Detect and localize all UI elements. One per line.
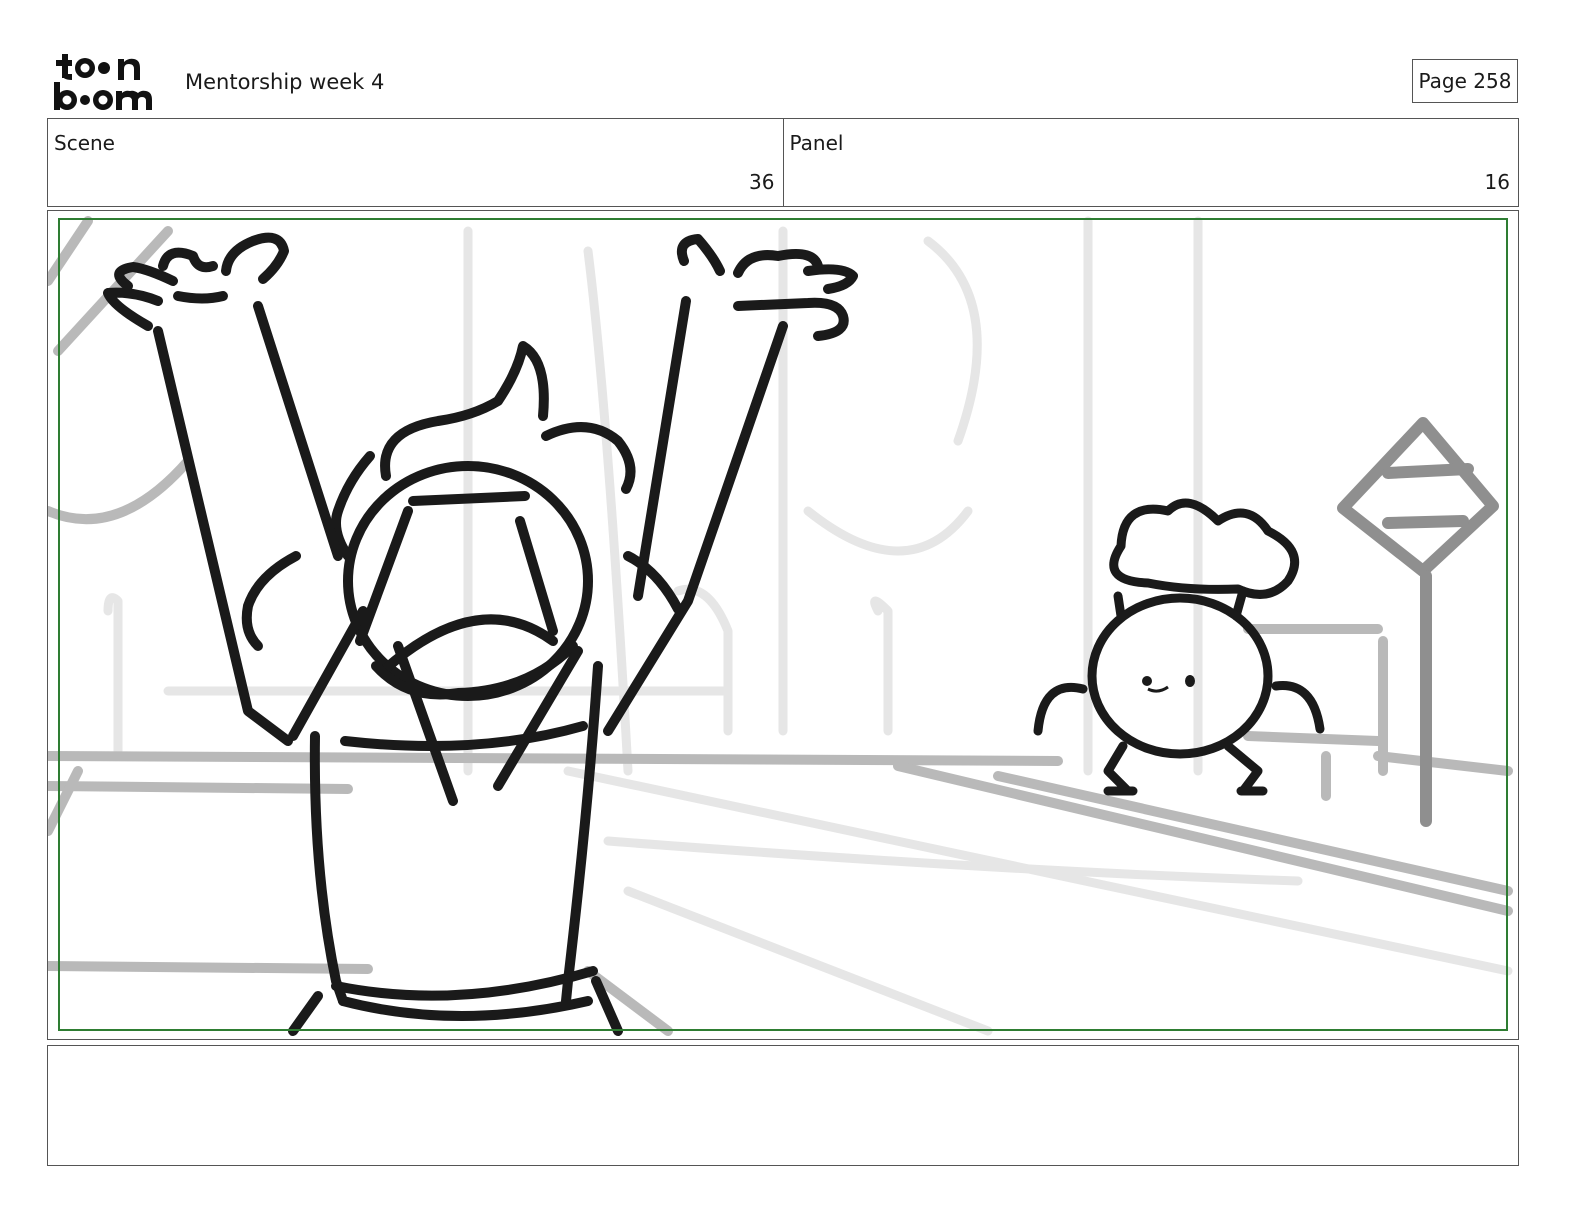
panel-image-frame [47, 210, 1519, 1040]
page-number: Page 258 [1412, 59, 1518, 103]
panel-cell: Panel 16 [782, 119, 1519, 206]
panel-number: 16 [1484, 170, 1510, 194]
scene-cell: Scene 36 [48, 119, 783, 206]
scene-number: 36 [749, 170, 775, 194]
panel-label: Panel [789, 131, 844, 155]
toon-boom-logo [54, 54, 152, 110]
panel-caption-box [47, 1045, 1519, 1166]
storyboard-sketch [48, 216, 1513, 1036]
document-title: Mentorship week 4 [185, 70, 385, 94]
scene-panel-info: Scene 36 Panel 16 [47, 118, 1519, 207]
scene-label: Scene [54, 131, 115, 155]
